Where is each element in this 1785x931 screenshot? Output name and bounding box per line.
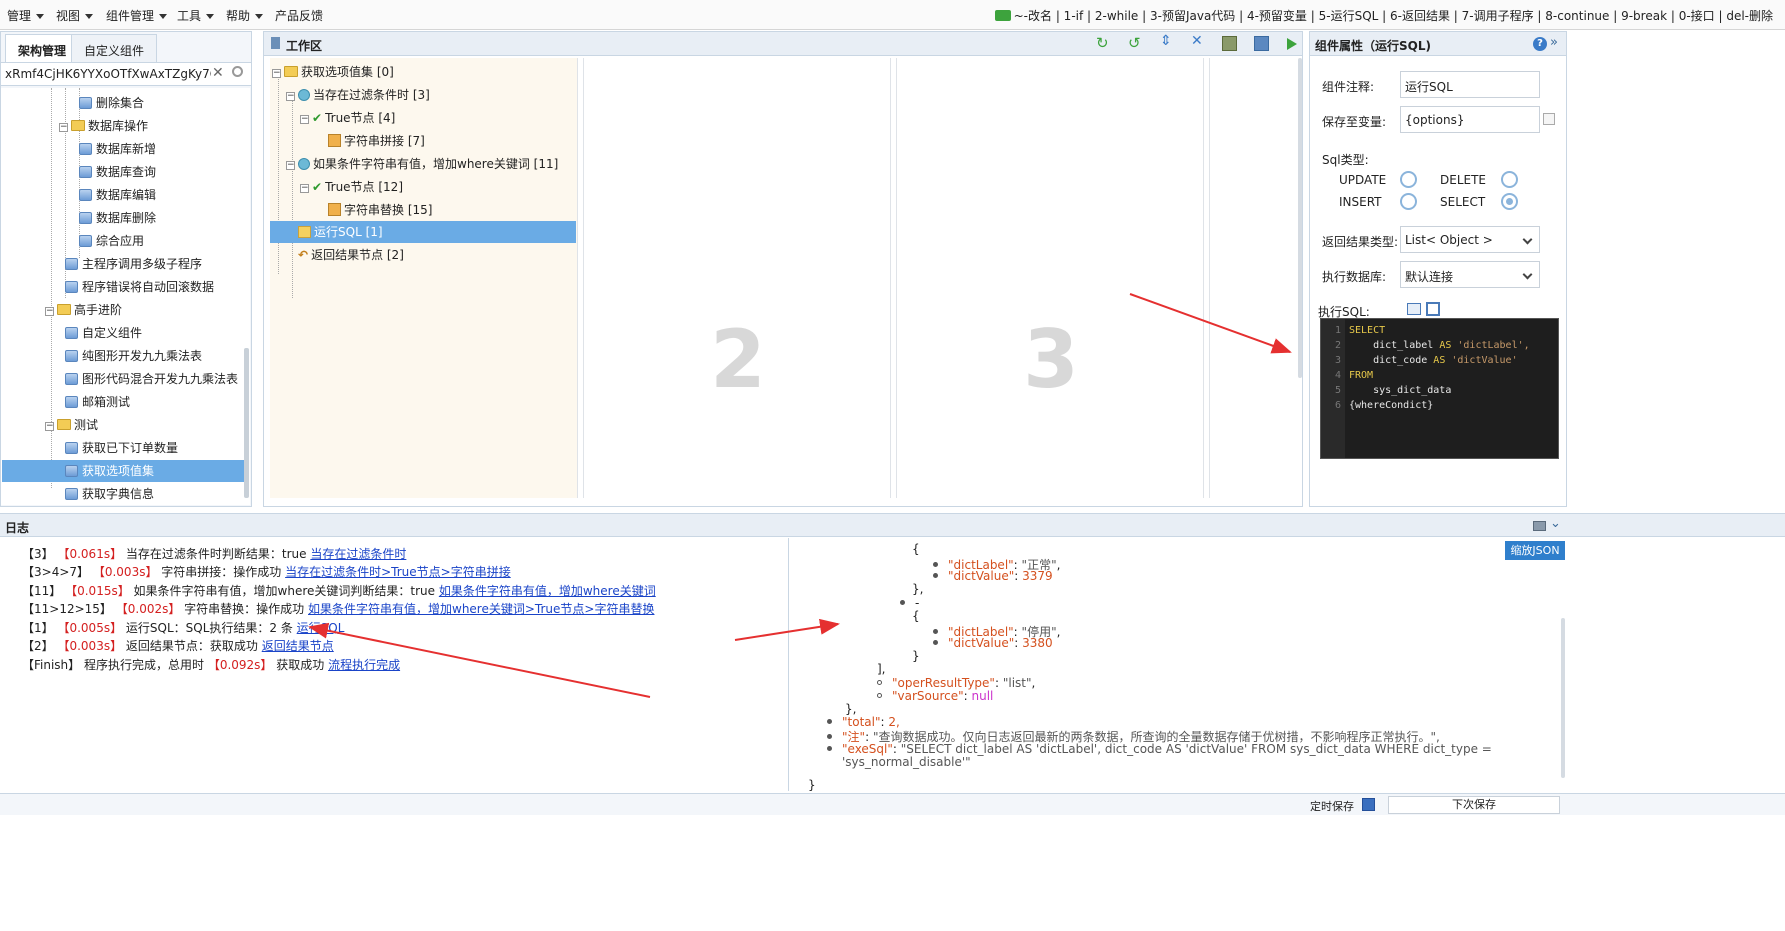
arrow-annotation [734,618,840,641]
arrow-annotation [1129,293,1292,354]
annotation-arrows [308,293,1292,698]
arrow-annotation [308,622,651,698]
